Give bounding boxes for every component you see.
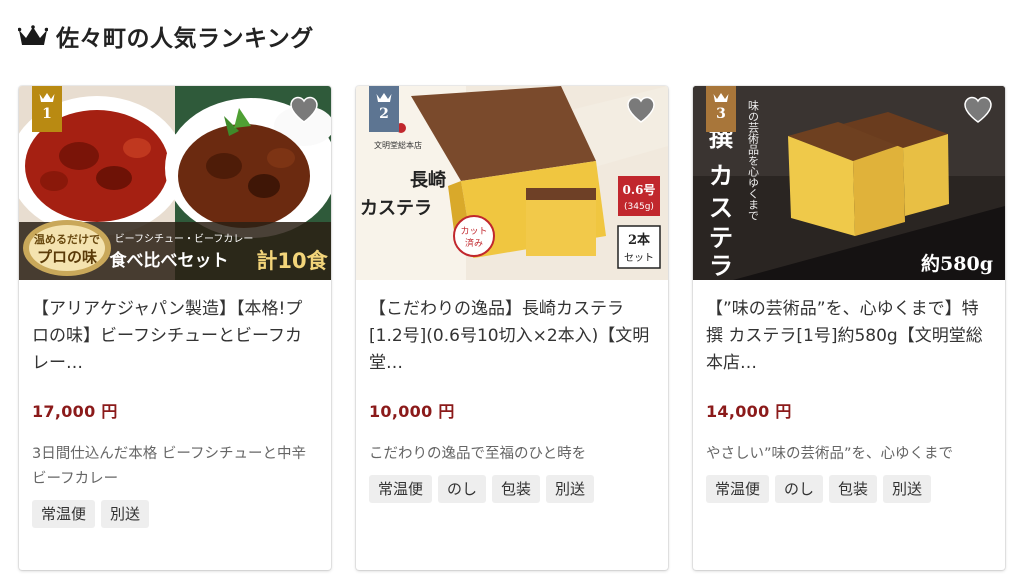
svg-text:ビーフシチュー・ビーフカレー: ビーフシチュー・ビーフカレー bbox=[115, 233, 254, 245]
svg-text:長崎: 長崎 bbox=[410, 169, 446, 191]
rank-number: 1 bbox=[42, 106, 52, 122]
crown-icon bbox=[18, 25, 48, 45]
product-image[interactable]: 文明堂総本店 長崎 カステラ カット 済み 0.6号 (345g) 2本 セット… bbox=[356, 86, 668, 280]
svg-text:2本: 2本 bbox=[628, 232, 650, 248]
svg-text:文明堂総本店: 文明堂総本店 bbox=[374, 140, 422, 150]
product-name[interactable]: 【こだわりの逸品】長崎カステラ[1.2号](0.6号10切入×2本入)【文明堂… bbox=[369, 296, 655, 377]
svg-text:カステラ: カステラ bbox=[360, 198, 432, 219]
tag: 常温便 bbox=[369, 475, 433, 503]
beef-stew-curry-image: 温めるだけで プロの味 ビーフシチュー・ビーフカレー 食べ比べセット 計10食 bbox=[19, 86, 331, 280]
rank-badge: 3 bbox=[706, 86, 736, 132]
heart-icon[interactable] bbox=[289, 96, 319, 124]
product-price: 14,000 円 bbox=[706, 402, 792, 421]
product-price: 10,000 円 bbox=[369, 402, 455, 421]
rank-number: 3 bbox=[716, 106, 726, 122]
product-description: やさしい”味の芸術品”を、心ゆくまで bbox=[706, 446, 954, 462]
tag: 別送 bbox=[883, 475, 932, 503]
rank-badge: 2 bbox=[369, 86, 399, 132]
svg-text:味の芸術品を心ゆくまで: 味の芸術品を心ゆくまで bbox=[747, 100, 760, 221]
ranking-header: 佐々町の人気ランキング bbox=[18, 18, 314, 54]
ranking-card-2[interactable]: 文明堂総本店 長崎 カステラ カット 済み 0.6号 (345g) 2本 セット… bbox=[356, 86, 668, 570]
crown-icon bbox=[39, 93, 55, 102]
svg-text:済み: 済み bbox=[465, 237, 483, 249]
svg-text:計10食: 計10食 bbox=[256, 249, 328, 273]
nagasaki-castella-image: 文明堂総本店 長崎 カステラ カット 済み 0.6号 (345g) 2本 セット bbox=[356, 86, 668, 280]
ranking-card-1[interactable]: 温めるだけで プロの味 ビーフシチュー・ビーフカレー 食べ比べセット 計10食 … bbox=[19, 86, 331, 570]
product-price: 17,000 円 bbox=[32, 402, 118, 421]
product-image[interactable]: 温めるだけで プロの味 ビーフシチュー・ビーフカレー 食べ比べセット 計10食 … bbox=[19, 86, 331, 280]
product-name[interactable]: 【アリアケジャパン製造】【本格!プロの味】ビーフシチューとビーフカレー… bbox=[32, 296, 318, 377]
svg-text:約580g: 約580g bbox=[921, 252, 993, 275]
svg-text:プロの味: プロの味 bbox=[37, 248, 97, 266]
tag: のし bbox=[438, 475, 487, 503]
page-title: 佐々町の人気ランキング bbox=[56, 26, 314, 52]
svg-text:食べ比べセット: 食べ比べセット bbox=[110, 250, 229, 271]
product-description: こだわりの逸品で至福のひと時を bbox=[369, 446, 587, 462]
svg-text:ス: ス bbox=[709, 193, 733, 222]
tag: 常温便 bbox=[32, 500, 96, 528]
tag: 包装 bbox=[492, 475, 541, 503]
tag-list: 常温便 のし 包装 別送 bbox=[706, 475, 992, 503]
crown-icon bbox=[376, 93, 392, 102]
product-description: 3日間仕込んだ本格 ビーフシチューと中辛 ビーフカレー bbox=[32, 446, 306, 487]
svg-text:(345g): (345g) bbox=[624, 202, 654, 212]
castella-premium-image: 味の芸術品を心ゆくまで 撰 カ ス テ ラ 約580g bbox=[693, 86, 1005, 280]
ranking-card-3[interactable]: 味の芸術品を心ゆくまで 撰 カ ス テ ラ 約580g 3 【”味の芸術品”を、… bbox=[693, 86, 1005, 570]
svg-text:0.6号: 0.6号 bbox=[623, 182, 656, 197]
tag-list: 常温便 のし 包装 別送 bbox=[369, 475, 655, 503]
product-name[interactable]: 【”味の芸術品”を、心ゆくまで】特撰 カステラ[1号]約580g【文明堂総本店… bbox=[706, 296, 992, 377]
tag: 常温便 bbox=[706, 475, 770, 503]
svg-text:温めるだけで: 温めるだけで bbox=[34, 232, 100, 246]
product-image[interactable]: 味の芸術品を心ゆくまで 撰 カ ス テ ラ 約580g 3 bbox=[693, 86, 1005, 280]
rank-number: 2 bbox=[379, 106, 389, 122]
svg-text:ラ: ラ bbox=[709, 251, 733, 280]
rank-badge: 1 bbox=[32, 86, 62, 132]
heart-icon[interactable] bbox=[963, 96, 993, 124]
tag: のし bbox=[775, 475, 824, 503]
tag: 別送 bbox=[101, 500, 150, 528]
tag-list: 常温便 別送 bbox=[32, 500, 318, 528]
svg-text:カ: カ bbox=[709, 161, 733, 190]
tag: 包装 bbox=[829, 475, 878, 503]
tag: 別送 bbox=[546, 475, 595, 503]
svg-text:カット: カット bbox=[460, 226, 487, 237]
heart-icon[interactable] bbox=[626, 96, 656, 124]
svg-text:テ: テ bbox=[709, 223, 733, 252]
svg-text:セット: セット bbox=[624, 252, 654, 264]
crown-icon bbox=[713, 93, 729, 102]
